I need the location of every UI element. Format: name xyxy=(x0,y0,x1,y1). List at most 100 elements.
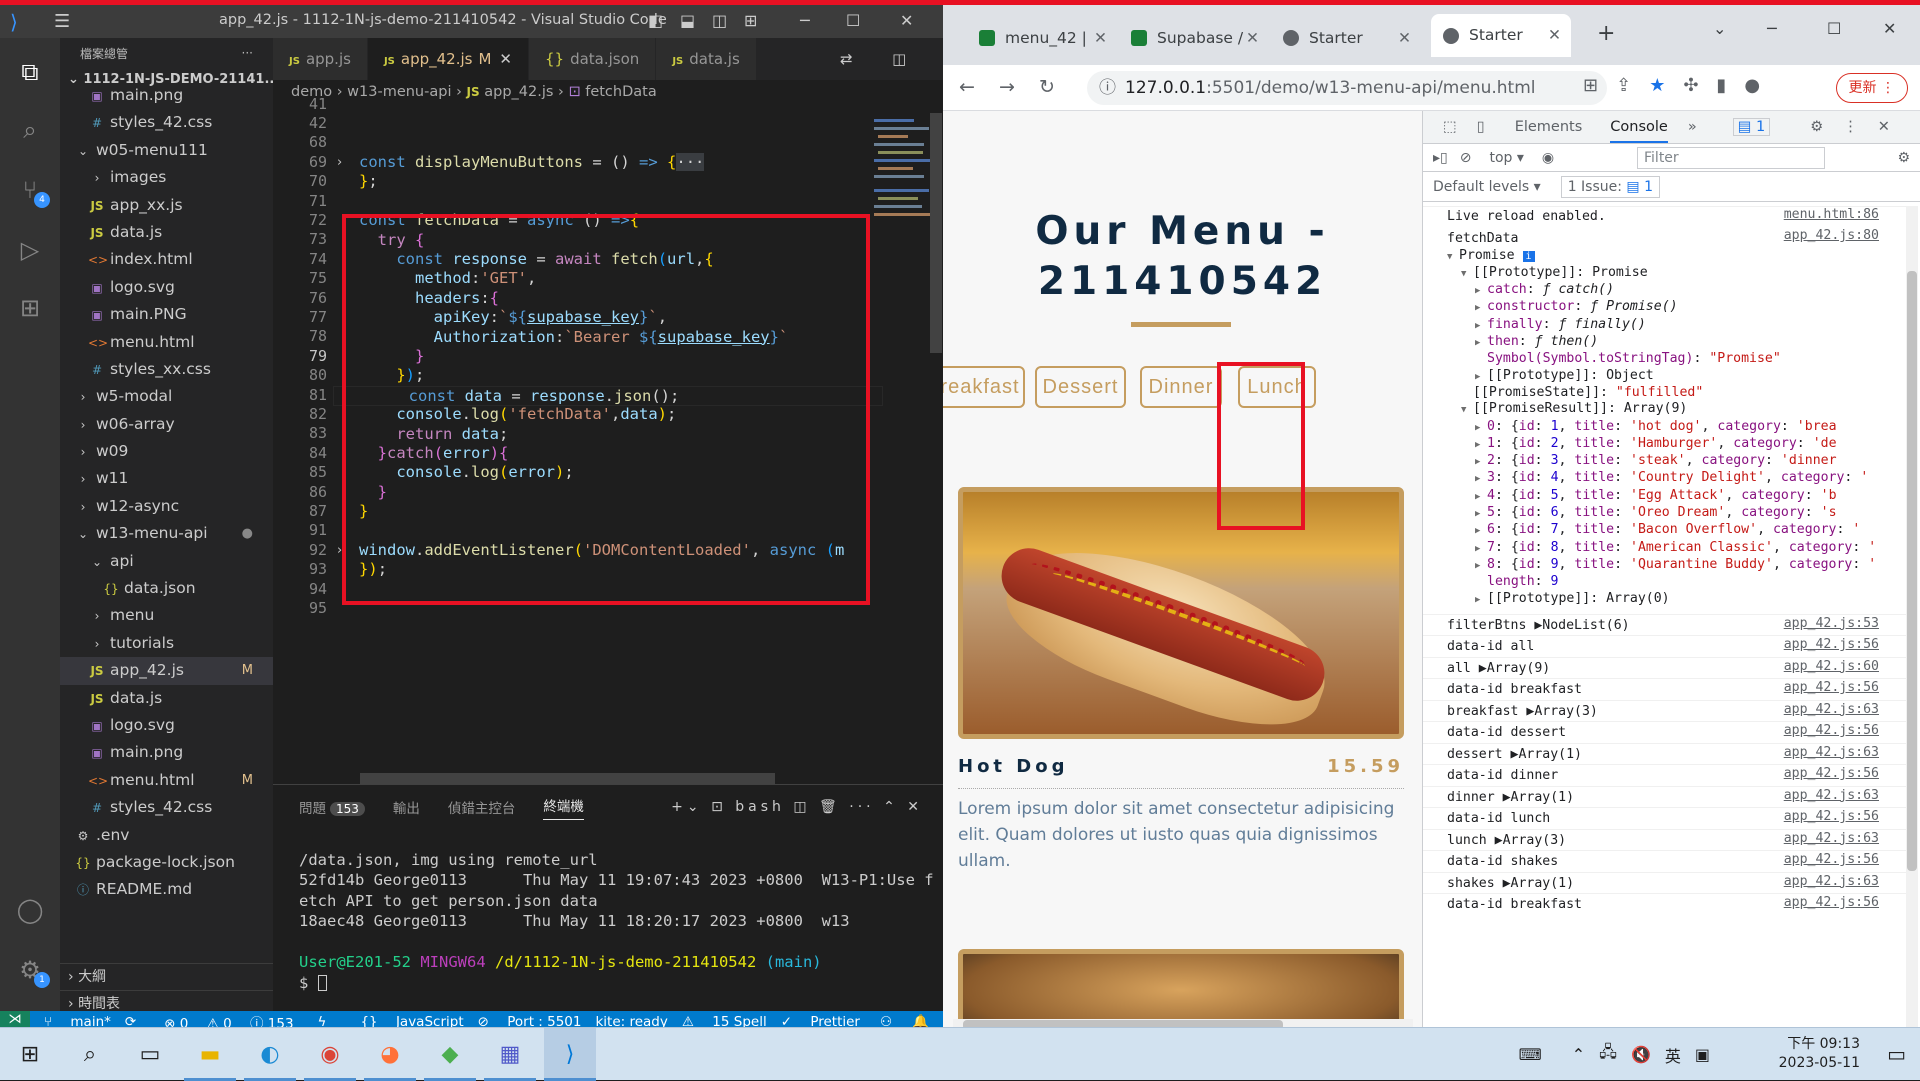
close-tab-icon[interactable]: ✕ xyxy=(1398,19,1411,57)
tree-item[interactable]: # styles_42.css xyxy=(60,794,273,821)
source-link[interactable]: app_42.js:56 xyxy=(1775,894,1907,912)
tree-item[interactable]: JS app_xx.js xyxy=(60,192,273,219)
log-levels-select[interactable]: Default levels ▾ xyxy=(1433,179,1541,195)
tree-item[interactable]: <> menu.html M xyxy=(60,767,273,794)
split-editor-icon[interactable]: ◫ xyxy=(892,50,916,68)
console-output[interactable]: Live reload enabled. menu.html:86 fetchDa… xyxy=(1423,206,1907,1027)
language-mode[interactable]: {} JavaScript xyxy=(360,1014,463,1028)
tree-item[interactable]: › tutorials xyxy=(60,630,273,657)
close-window-button[interactable]: ✕ xyxy=(900,11,913,30)
split-terminal-icon[interactable]: ◫ xyxy=(793,799,810,815)
terminal-shell-label[interactable]: bash xyxy=(735,799,785,815)
array-entry[interactable]: ▶ 6: {id: 7, title: 'Bacon Overflow', cat… xyxy=(1423,522,1907,539)
more-actions-icon[interactable]: ··· xyxy=(242,46,253,60)
inspect-element-icon[interactable]: ⬚ xyxy=(1443,119,1457,135)
maximize-button[interactable]: ☐ xyxy=(846,11,860,30)
reload-icon[interactable]: ↻ xyxy=(1039,76,1055,98)
layout-split-icon[interactable]: ◫ xyxy=(712,11,727,30)
tree-item[interactable]: › w09 xyxy=(60,438,273,465)
browser-tab[interactable]: menu_42 | ✕ xyxy=(967,19,1117,57)
source-link[interactable]: app_42.js:60 xyxy=(1775,657,1907,675)
tab-console[interactable]: Console xyxy=(1610,119,1668,143)
filter-button-dinner[interactable]: Dinner xyxy=(1140,366,1222,408)
layout-panel-icon[interactable]: ⬓ xyxy=(680,11,695,30)
share-icon[interactable]: ⇪ xyxy=(1616,75,1649,96)
console-settings-gear-icon[interactable]: ⚙ xyxy=(1897,150,1910,166)
ime-mode-icon[interactable]: ▣ xyxy=(1695,1045,1710,1064)
tree-item[interactable]: JS data.js xyxy=(60,685,273,712)
editor-tab[interactable]: JS app.js xyxy=(273,38,368,80)
clear-console-icon[interactable]: ⊘ xyxy=(1460,150,1472,166)
array-entry[interactable]: ▶ 4: {id: 5, title: 'Egg Attack', categor… xyxy=(1423,488,1907,505)
run-debug-icon[interactable]: ▷ xyxy=(14,234,46,266)
translate-icon[interactable]: ⊞ xyxy=(1583,75,1616,96)
minimize-button[interactable]: ─ xyxy=(1767,19,1777,38)
layout-customize-icon[interactable]: ⊞ xyxy=(744,11,757,30)
url-omnibox[interactable]: ⓘ 127.0.0.1:5501/demo/w13-menu-api/menu.h… xyxy=(1087,71,1607,105)
spell-status[interactable]: ⚠ 15 Spell xyxy=(682,1014,767,1028)
editor-vertical-scrollbar[interactable] xyxy=(930,113,942,353)
extensions-puzzle-icon[interactable]: ✣ xyxy=(1683,75,1716,96)
kite-status[interactable]: kite: ready xyxy=(595,1014,667,1028)
close-window-button[interactable]: ✕ xyxy=(1883,19,1896,38)
notification-center-icon[interactable]: ▭ xyxy=(1887,1042,1906,1066)
task-view-icon[interactable]: ▭ xyxy=(124,1028,176,1081)
tab-problems[interactable]: 問題 153 xyxy=(299,797,365,817)
maximize-panel-icon[interactable]: ⌃ xyxy=(883,799,899,815)
chrome-icon[interactable]: ◉ xyxy=(304,1028,356,1081)
tab-output[interactable]: 輸出 xyxy=(393,797,420,817)
tab-search-icon[interactable]: ⌄ xyxy=(1713,19,1726,38)
tree-item[interactable]: ⌄ w13-menu-api ● xyxy=(60,520,273,547)
source-link[interactable]: app_42.js:63 xyxy=(1775,872,1907,890)
filter-button-breakfast[interactable]: reakfast xyxy=(943,366,1025,408)
kebab-menu-icon[interactable]: ⋮ xyxy=(1843,119,1858,135)
search-icon[interactable]: ⌕ xyxy=(14,114,46,146)
tab-debug-console[interactable]: 偵錯主控台 xyxy=(448,797,516,817)
source-link[interactable]: app_42.js:63 xyxy=(1775,829,1907,847)
issues-count-button[interactable]: 1 Issue: ▤ 1 xyxy=(1560,175,1661,198)
source-link[interactable]: app_42.js:53 xyxy=(1775,614,1907,632)
context-select[interactable]: top ▾ xyxy=(1489,150,1523,166)
new-terminal-icon[interactable]: +⌄ xyxy=(671,799,702,815)
tree-item[interactable]: ▣ main.PNG xyxy=(60,301,273,328)
browser-tab-active[interactable]: Starter ✕ xyxy=(1431,14,1571,57)
array-entry[interactable]: ▶ 2: {id: 3, title: 'steak', category: 'd… xyxy=(1423,453,1907,470)
close-tab-icon[interactable]: ✕ xyxy=(1094,19,1107,57)
tree-item[interactable]: › w06-array xyxy=(60,411,273,438)
tree-item[interactable]: # styles_xx.css xyxy=(60,356,273,383)
maximize-button[interactable]: ☐ xyxy=(1827,19,1841,38)
source-link[interactable]: app_42.js:56 xyxy=(1775,636,1907,654)
git-branch[interactable]: ⑂ main* xyxy=(44,1014,111,1028)
tree-item[interactable]: ⌄ api xyxy=(60,548,273,575)
trash-icon[interactable]: 🗑 xyxy=(819,799,841,815)
terminal-shell-icon[interactable]: ⊡ xyxy=(711,799,727,815)
problems-status[interactable]: ⊗ 0 ⚠ 0 ⓘ 153 xyxy=(150,1012,293,1028)
new-tab-button[interactable]: + xyxy=(1597,21,1615,46)
minimize-button[interactable]: ─ xyxy=(800,11,810,30)
device-toolbar-icon[interactable]: ▯ xyxy=(1477,119,1485,135)
outline-section[interactable]: › 大綱 xyxy=(60,963,273,990)
tree-item[interactable]: {} data.json xyxy=(60,575,273,602)
source-link[interactable]: app_42.js:56 xyxy=(1775,808,1907,826)
back-arrow-icon[interactable]: ← xyxy=(959,76,975,98)
browser-tab[interactable]: Starter ✕ xyxy=(1271,19,1421,57)
source-link[interactable]: app_42.js:56 xyxy=(1775,765,1907,783)
close-tab-icon[interactable]: ✕ xyxy=(499,50,512,68)
prettier-status[interactable]: ✓ Prettier xyxy=(781,1014,860,1028)
remote-icon[interactable]: ⋊ xyxy=(0,1011,30,1027)
tab-elements[interactable]: Elements xyxy=(1515,119,1583,135)
tree-item[interactable]: › images xyxy=(60,164,273,191)
tab-terminal[interactable]: 終端機 xyxy=(543,795,584,820)
scrollbar-thumb[interactable] xyxy=(963,1020,1283,1027)
system-clock[interactable]: 下午 09:13 2023-05-11 xyxy=(1779,1035,1860,1073)
compare-icon[interactable]: ⇄ xyxy=(840,50,863,68)
tree-item[interactable]: ▣ main.png xyxy=(60,739,273,766)
show-hidden-icons[interactable]: ⌃ xyxy=(1572,1045,1585,1064)
ime-indicator[interactable]: 英 xyxy=(1665,1043,1681,1067)
live-server-port[interactable]: ⊘ Port : 5501 xyxy=(478,1014,582,1028)
close-tab-icon[interactable]: ✕ xyxy=(1548,14,1561,57)
keyboard-icon[interactable]: ⌨ xyxy=(1519,1045,1542,1064)
array-entry[interactable]: ▶ 7: {id: 8, title: 'American Classic', c… xyxy=(1423,540,1907,557)
account-status-icon[interactable]: ⚇ xyxy=(880,1014,892,1028)
settings-gear-icon[interactable]: ⚙ xyxy=(1810,119,1823,135)
